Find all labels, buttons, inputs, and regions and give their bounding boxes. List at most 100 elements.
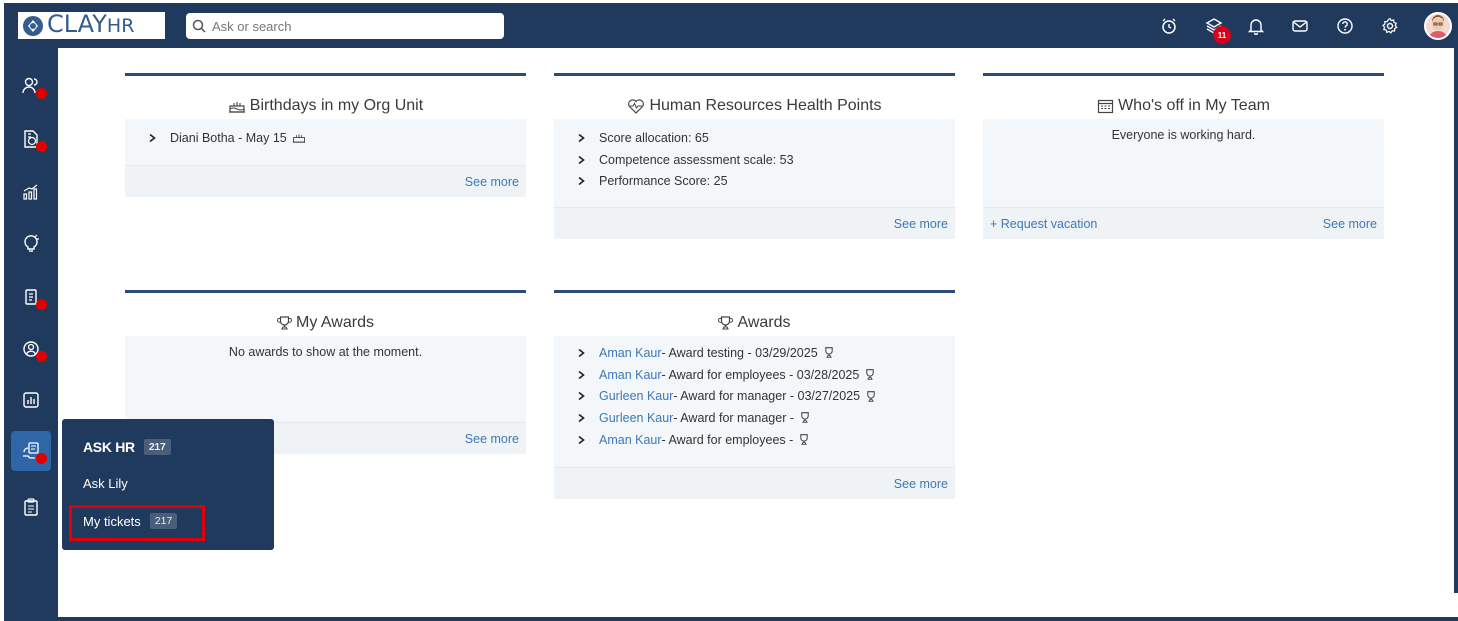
list-item: Diani Botha - May 15: [125, 127, 526, 149]
layers-badge: 11: [1213, 26, 1231, 44]
card-title: Awards: [554, 310, 955, 336]
chevron-right-icon: [149, 133, 156, 142]
card-body: Score allocation: 65 Competence assessme…: [554, 119, 955, 207]
trophy-icon: [800, 434, 809, 445]
award-recipient-link[interactable]: Gurleen Kaur: [599, 411, 673, 425]
user-avatar[interactable]: [1424, 12, 1452, 40]
ask-hr-menu-title[interactable]: ASK HR 217: [83, 439, 171, 455]
trophy-icon: [718, 316, 734, 330]
sidebar-item-clipboard[interactable]: [11, 487, 51, 527]
sidebar-item-documents[interactable]: [11, 277, 51, 317]
notification-dot: [36, 88, 47, 99]
mail-icon[interactable]: [1289, 15, 1311, 37]
card-title: Human Resources Health Points: [554, 93, 955, 119]
card-footer: See more: [554, 467, 955, 499]
sidebar-item-profile[interactable]: [11, 329, 51, 369]
see-more-link[interactable]: See more: [465, 175, 519, 189]
alarm-clock-icon[interactable]: [1158, 15, 1180, 37]
clayhr-logo[interactable]: CLAYHR: [18, 10, 165, 39]
cake-icon: [292, 134, 305, 143]
chevron-right-icon: [578, 370, 585, 379]
award-list-item: Gurleen Kaur - Award for manager -: [554, 407, 955, 429]
left-sidebar: [4, 48, 58, 621]
ask-hr-flyout-menu: ASK HR 217 Ask Lily My tickets 217: [62, 419, 274, 550]
see-more-link[interactable]: See more: [465, 432, 519, 446]
gear-icon[interactable]: [1379, 15, 1401, 37]
top-navigation-bar: CLAYHR 11: [4, 3, 1454, 48]
highlight-box: [69, 505, 205, 541]
card-body: Everyone is working hard.: [983, 119, 1384, 207]
list-item: Performance Score: 25: [554, 170, 955, 192]
see-more-link[interactable]: See more: [1323, 217, 1377, 231]
chevron-right-icon: [578, 392, 585, 401]
sidebar-item-reports[interactable]: [11, 380, 51, 420]
list-item: Score allocation: 65: [554, 127, 955, 149]
empty-message: No awards to show at the moment.: [228, 345, 423, 359]
cake-icon: [228, 102, 245, 113]
chevron-right-icon: [578, 435, 585, 444]
award-recipient-link[interactable]: Aman Kaur: [599, 368, 662, 382]
search-input[interactable]: [212, 18, 492, 34]
layers-icon[interactable]: 11: [1203, 15, 1231, 44]
chevron-right-icon: [578, 133, 585, 142]
empty-message: Everyone is working hard.: [1111, 128, 1256, 142]
request-vacation-link[interactable]: + Request vacation: [990, 217, 1097, 231]
whos-off-card: Who's off in My Team Everyone is working…: [983, 73, 1384, 239]
card-title: My Awards: [125, 310, 526, 336]
sidebar-item-ideas[interactable]: [11, 223, 51, 263]
notification-dot: [36, 299, 47, 310]
right-edge-strip: [1454, 3, 1458, 593]
count-badge: 217: [143, 439, 171, 455]
trophy-icon: [866, 369, 875, 380]
award-recipient-link[interactable]: Gurleen Kaur: [599, 389, 673, 403]
award-recipient-link[interactable]: Aman Kaur: [599, 346, 662, 360]
trophy-icon: [801, 412, 809, 424]
notification-dot: [36, 141, 47, 152]
calendar-icon: [1097, 99, 1114, 114]
clipboard-icon: [24, 498, 38, 516]
card-body: Diani Botha - May 15: [125, 119, 526, 165]
notification-dot: [36, 453, 47, 464]
search-icon: [192, 19, 206, 33]
sidebar-item-people[interactable]: [11, 66, 51, 106]
lightbulb-icon: [24, 234, 39, 252]
chevron-right-icon: [578, 348, 585, 357]
chevron-right-icon: [578, 177, 585, 186]
award-list-item: Gurleen Kaur - Award for manager - 03/27…: [554, 385, 955, 407]
see-more-link[interactable]: See more: [894, 477, 948, 491]
bell-icon[interactable]: [1245, 15, 1267, 37]
sidebar-item-payroll[interactable]: [11, 119, 51, 159]
awards-card: Awards Aman Kaur - Award testing - 03/29…: [554, 290, 955, 499]
trophy-icon: [867, 390, 875, 402]
trophy-icon: [277, 316, 293, 330]
card-footer: See more: [554, 207, 955, 239]
clayhr-logo-icon: [23, 15, 43, 36]
notification-dot: [36, 351, 47, 362]
list-item: Competence assessment scale: 53: [554, 149, 955, 171]
chevron-right-icon: [578, 155, 585, 164]
award-list-item: Aman Kaur - Award testing - 03/29/2025: [554, 342, 955, 364]
card-body: No awards to show at the moment.: [125, 336, 526, 422]
award-recipient-link[interactable]: Aman Kaur: [599, 433, 662, 447]
bottom-edge-line: [58, 617, 1458, 621]
ask-lily-menu-item[interactable]: Ask Lily: [83, 476, 128, 491]
logo-text: CLAYHR: [47, 10, 135, 38]
bar-chart-icon: [23, 392, 39, 408]
card-footer: + Request vacation See more: [983, 207, 1384, 239]
card-body: Aman Kaur - Award testing - 03/29/2025 A…: [554, 336, 955, 467]
award-list-item: Aman Kaur - Award for employees - 03/28/…: [554, 364, 955, 386]
sidebar-item-ask-hr[interactable]: [11, 431, 51, 471]
card-footer: See more: [125, 165, 526, 197]
chevron-right-icon: [578, 413, 585, 422]
card-title: Birthdays in my Org Unit: [125, 93, 526, 119]
health-points-card: Human Resources Health Points Score allo…: [554, 73, 955, 239]
card-title: Who's off in My Team: [983, 93, 1384, 119]
heartbeat-icon: [628, 99, 645, 114]
growth-chart-icon: [23, 184, 38, 200]
trophy-icon: [824, 347, 833, 359]
sidebar-item-analytics[interactable]: [11, 172, 51, 212]
birthdays-card: Birthdays in my Org Unit Diani Botha - M…: [125, 73, 526, 197]
help-icon[interactable]: [1334, 15, 1356, 37]
search-box[interactable]: [186, 13, 504, 39]
see-more-link[interactable]: See more: [894, 217, 948, 231]
